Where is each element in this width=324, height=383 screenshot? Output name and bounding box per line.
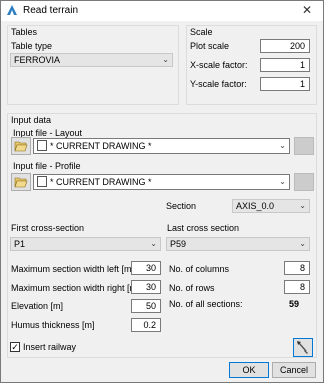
rows-input[interactable]: 8 — [284, 280, 310, 294]
columns-label: No. of columns — [169, 264, 230, 274]
preview-profile-button[interactable] — [294, 173, 314, 191]
first-cross-section-label: First cross-section — [11, 223, 85, 233]
pick-pencil-icon — [297, 341, 308, 354]
table-type-value: FERROVIA — [14, 55, 61, 65]
close-icon[interactable]: ✕ — [295, 2, 319, 19]
y-scale-label: Y-scale factor: — [190, 79, 247, 89]
read-terrain-dialog: Read terrain ✕ Tables Table type FERROVI… — [0, 0, 324, 383]
drawing-file-icon — [37, 140, 47, 152]
x-scale-input[interactable]: 1 — [260, 58, 310, 72]
elevation-input[interactable]: 50 — [131, 299, 161, 313]
drawing-file-icon — [37, 176, 47, 188]
plot-scale-input[interactable]: 200 — [260, 39, 310, 53]
all-sections-value: 59 — [289, 299, 300, 309]
plot-scale-label: Plot scale — [190, 41, 230, 51]
insert-railway-checkbox[interactable]: ✓ — [10, 342, 20, 352]
table-type-label: Table type — [11, 41, 53, 51]
max-width-left-label: Maximum section width left [m] — [11, 264, 135, 274]
folder-open-icon — [14, 177, 28, 188]
chevron-down-icon: ⌄ — [279, 141, 286, 150]
elevation-label: Elevation [m] — [11, 301, 64, 311]
chevron-down-icon: ⌄ — [299, 239, 306, 248]
last-cross-section-select[interactable]: P59 ⌄ — [166, 237, 310, 251]
profile-file-value: * CURRENT DRAWING * — [50, 177, 152, 187]
humus-thickness-label: Humus thickness [m] — [11, 320, 95, 330]
layout-file-select[interactable]: * CURRENT DRAWING * ⌄ — [33, 138, 290, 154]
chevron-down-icon: ⌄ — [279, 177, 286, 186]
chevron-down-icon: ⌄ — [150, 239, 157, 248]
preview-layout-button[interactable] — [294, 137, 314, 155]
cancel-button[interactable]: Cancel — [272, 362, 316, 378]
first-cross-section-select[interactable]: P1 ⌄ — [10, 237, 161, 251]
y-scale-input[interactable]: 1 — [260, 77, 310, 91]
last-cross-section-value: P59 — [170, 239, 187, 249]
open-layout-button[interactable] — [11, 137, 31, 155]
chevron-down-icon: ⌄ — [299, 201, 306, 210]
title-bar: Read terrain ✕ — [1, 1, 323, 21]
section-select[interactable]: AXIS_0.0 ⌄ — [232, 199, 310, 213]
pick-tool-button[interactable] — [293, 338, 313, 357]
scale-group-label: Scale — [190, 27, 213, 37]
max-width-right-input[interactable]: 30 — [131, 280, 161, 294]
ok-button[interactable]: OK — [229, 362, 269, 378]
tables-group-label: Tables — [11, 27, 38, 37]
input-profile-label: Input file - Profile — [13, 161, 81, 171]
layout-file-value: * CURRENT DRAWING * — [50, 141, 152, 151]
autocad-app-icon — [7, 5, 17, 15]
rows-label: No. of rows — [169, 283, 215, 293]
last-cross-section-label: Last cross section — [167, 223, 240, 233]
input-data-group-label: Input data — [11, 115, 52, 125]
first-cross-section-value: P1 — [14, 239, 26, 249]
folder-open-icon — [14, 141, 28, 152]
all-sections-label: No. of all sections: — [169, 299, 243, 309]
section-value: AXIS_0.0 — [236, 201, 275, 211]
section-label: Section — [166, 201, 197, 211]
chevron-down-icon: ⌄ — [162, 55, 169, 64]
max-width-left-input[interactable]: 30 — [131, 261, 161, 275]
insert-railway-label: Insert railway — [23, 342, 77, 352]
open-profile-button[interactable] — [11, 173, 31, 191]
columns-input[interactable]: 8 — [284, 261, 310, 275]
profile-file-select[interactable]: * CURRENT DRAWING * ⌄ — [33, 174, 290, 190]
window-title: Read terrain — [23, 5, 79, 16]
x-scale-label: X-scale factor: — [190, 60, 248, 70]
table-type-select[interactable]: FERROVIA ⌄ — [10, 53, 173, 67]
humus-thickness-input[interactable]: 0.2 — [131, 318, 161, 332]
max-width-right-label: Maximum section width right [m] — [11, 283, 140, 293]
